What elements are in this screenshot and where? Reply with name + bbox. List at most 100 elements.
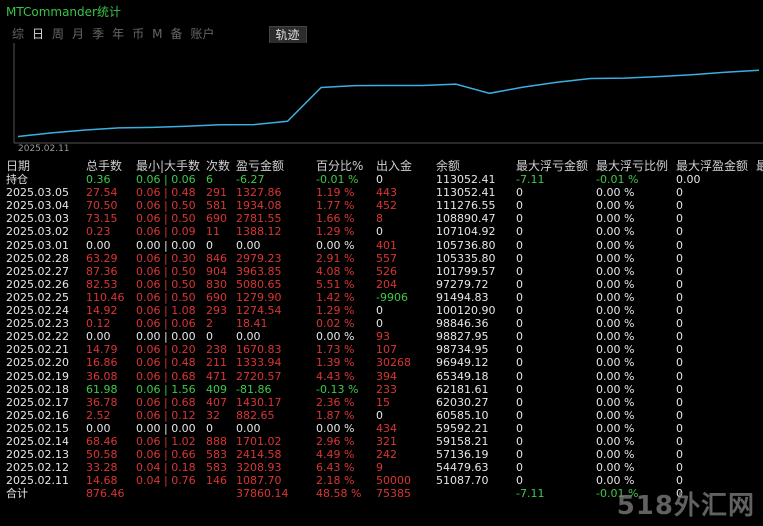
cell-max-float-loss-pct: 0.00 % [596,317,635,331]
tab-2[interactable]: 周 [48,26,68,44]
table-row[interactable]: 2025.02.18 61.98 0.06 | 1.56 409 -81.86 -0.13… [0,383,763,396]
cell-pct: 5.51 % [316,277,355,291]
cell-io: 30268 [376,356,411,370]
cell-count: 583 [206,461,227,475]
cell-lots: 2.52 [86,408,111,422]
tab-10[interactable]: 轨迹 [268,26,307,44]
cell-lots: 0.23 [86,225,111,239]
hold-minmax: 0.06 | 0.06 [136,173,196,187]
tab-0[interactable]: 综 [8,26,28,44]
tab-5[interactable]: 年 [108,26,128,44]
cell-count: 581 [206,199,227,213]
cell-minmax: 0.06 | 0.68 [136,369,196,383]
table-row[interactable]: 2025.03.02 0.23 0.06 | 0.09 11 1388.12 1.29 %… [0,225,763,238]
tab-9[interactable]: 账户 [186,26,218,44]
cell-count: 830 [206,277,227,291]
table-row[interactable]: 2025.02.17 36.78 0.06 | 0.68 407 1430.17 2.36… [0,396,763,409]
table-row[interactable]: 2025.02.21 14.79 0.06 | 0.20 238 1670.83 1.73… [0,343,763,356]
cell-lots: 14.79 [86,343,118,357]
total-pct: 48.58 % [316,487,362,501]
table-row[interactable]: 2025.02.25 110.46 0.06 | 0.50 690 1279.90 1.4… [0,291,763,304]
table-row[interactable]: 2025.02.24 14.92 0.06 | 1.08 293 1274.54 1.29… [0,304,763,317]
total-pnl: 37860.14 [236,487,289,501]
cell-pnl: 3208.93 [236,461,282,475]
column-header: 盈亏金额 [236,159,285,173]
cell-max-float-loss: 0 [516,199,523,213]
cell-minmax: 0.06 | 0.50 [136,290,196,304]
cell-count: 846 [206,251,227,265]
cell-max-float-loss-pct: 0.00 % [596,408,635,422]
table-row[interactable]: 2025.02.26 82.53 0.06 | 0.50 830 5080.65 5.51… [0,278,763,291]
cell-balance: 98734.95 [436,343,489,357]
table-row[interactable]: 2025.02.13 50.58 0.06 | 0.66 583 2414.58 4.49… [0,448,763,461]
column-header: 最 [756,159,763,173]
table-row[interactable]: 2025.02.28 63.29 0.06 | 0.30 846 2979.23 2.91… [0,252,763,265]
tab-8[interactable]: 备 [166,26,186,44]
cell-date: 2025.03.02 [6,225,69,239]
balance-chart: 2025.02.11 [6,43,763,156]
cell-count: 2 [206,317,213,331]
cell-max-float-loss-pct: 0.00 % [596,343,635,357]
balance-line [17,69,760,138]
tab-3[interactable]: 月 [68,26,88,44]
tab-4[interactable]: 季 [88,26,108,44]
cell-max-float-profit: 0 [676,186,683,200]
total-max-float-loss: -7.11 [516,487,545,501]
hold-pct: -0.01 % [316,173,359,187]
cell-date: 2025.02.16 [6,408,69,422]
table-row[interactable]: 2025.02.22 0.00 0.00 | 0.00 0 0.00 0.00 % 93 98… [0,330,763,343]
cell-pct: 2.36 % [316,395,355,409]
cell-pnl: 1670.83 [236,343,282,357]
column-header: 最大浮亏金额 [516,159,589,173]
cell-pct: 6.43 % [316,461,355,475]
cell-lots: 0.00 [86,330,111,344]
table-row[interactable]: 2025.03.01 0.00 0.00 | 0.00 0 0.00 0.00 % 401 1… [0,239,763,252]
cell-io: 401 [376,238,397,252]
cell-pct: 1.29 % [316,304,355,318]
table-row[interactable]: 2025.02.19 36.08 0.06 | 0.68 471 2720.57 4.43… [0,370,763,383]
table-row[interactable]: 2025.02.15 0.00 0.00 | 0.00 0 0.00 0.00 % 434 5… [0,422,763,435]
cell-pnl: 1430.17 [236,395,282,409]
hold-row[interactable]: 持仓 0.36 0.06 | 0.06 6 -6.27 -0.01 % 0 113052.41… [0,173,763,186]
table-row[interactable]: 2025.03.05 27.54 0.06 | 0.48 291 1327.86 1.19… [0,186,763,199]
total-io: 75385 [376,487,411,501]
cell-max-float-profit: 0 [676,251,683,265]
cell-date: 2025.03.01 [6,238,69,252]
cell-balance: 108890.47 [436,212,496,226]
cell-max-float-loss-pct: 0.00 % [596,277,635,291]
cell-max-float-loss: 0 [516,421,523,435]
cell-count: 409 [206,382,227,396]
cell-pct: 0.02 % [316,317,355,331]
cell-count: 211 [206,356,227,370]
stats-table: 日期 总手数 最小|大手数 次数 盈亏金额 百分比% 出入金 余额 最大浮亏金额 最大浮亏比例 最大… [0,159,763,501]
cell-max-float-profit: 0 [676,238,683,252]
cell-date: 2025.02.19 [6,369,69,383]
cell-pct: 1.77 % [316,199,355,213]
cell-date: 2025.02.28 [6,251,69,265]
cell-pct: 0.00 % [316,238,355,252]
cell-io: 452 [376,199,397,213]
table-row[interactable]: 2025.02.16 2.52 0.06 | 0.12 32 882.65 1.87 % 0… [0,409,763,422]
cell-max-float-profit: 0 [676,448,683,462]
cell-lots: 16.86 [86,356,118,370]
table-row[interactable]: 2025.02.14 68.46 0.06 | 1.02 888 1701.02 2.96… [0,435,763,448]
tab-7[interactable]: M [148,26,166,44]
table-row[interactable]: 2025.02.23 0.12 0.06 | 0.06 2 18.41 0.02 % 0 98… [0,317,763,330]
cell-minmax: 0.06 | 0.50 [136,212,196,226]
table-row[interactable]: 2025.03.04 70.50 0.06 | 0.50 581 1934.08 1.77… [0,199,763,212]
cell-pct: 0.00 % [316,421,355,435]
hold-label: 持仓 [6,173,28,187]
table-row[interactable]: 2025.02.12 33.28 0.04 | 0.18 583 3208.93 6.43… [0,461,763,474]
cell-max-float-loss: 0 [516,448,523,462]
cell-date: 2025.03.05 [6,186,69,200]
table-row[interactable]: 2025.02.20 16.86 0.06 | 0.48 211 1333.94 1.39… [0,356,763,369]
cell-date: 2025.02.25 [6,290,69,304]
table-row[interactable]: 2025.03.03 73.15 0.06 | 0.50 690 2781.55 1.66… [0,212,763,225]
cell-max-float-loss-pct: 0.00 % [596,461,635,475]
cell-pnl: 2781.55 [236,212,282,226]
tab-6[interactable]: 币 [128,26,148,44]
cell-balance: 91494.83 [436,290,489,304]
tab-1[interactable]: 日 [28,26,48,44]
cell-io: 526 [376,264,397,278]
table-row[interactable]: 2025.02.27 87.36 0.06 | 0.50 904 3963.85 4.08… [0,265,763,278]
